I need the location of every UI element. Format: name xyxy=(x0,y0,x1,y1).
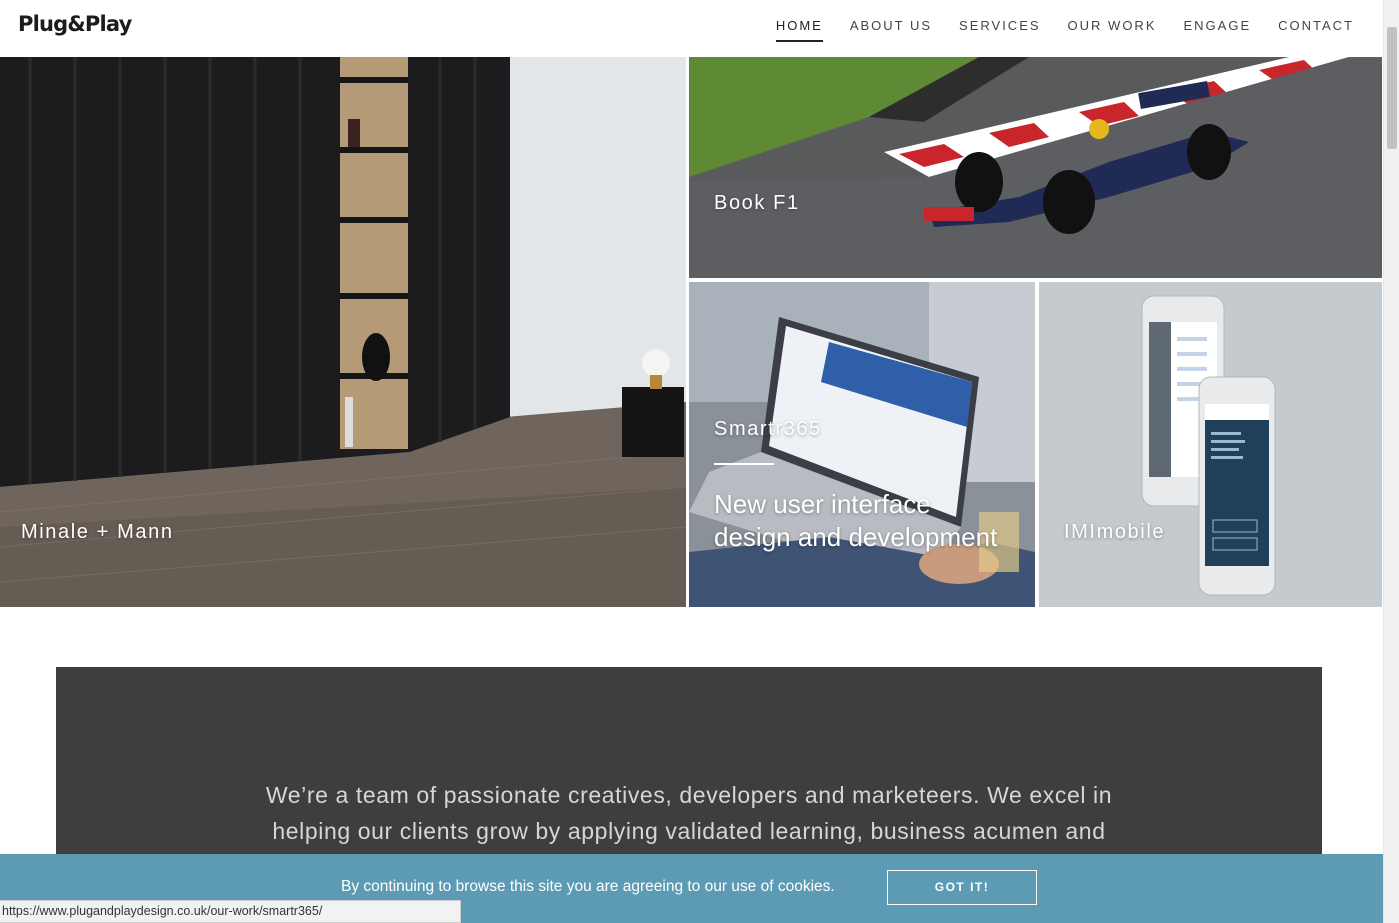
site-header: Plug&Play HOME ABOUT US SERVICES OUR WOR… xyxy=(0,0,1383,57)
tile-title: Smartr365 xyxy=(714,418,822,440)
laptop-image xyxy=(689,282,1035,607)
tile-subtitle-line1: New user interface xyxy=(714,489,931,519)
nav-our-work[interactable]: OUR WORK xyxy=(1068,18,1157,42)
nav-home[interactable]: HOME xyxy=(775,18,823,42)
intro-line-2: helping our clients grow by applying val… xyxy=(272,818,1106,844)
cookie-accept-button[interactable]: GOT IT! xyxy=(887,870,1037,905)
intro-text: We’re a team of passionate creatives, de… xyxy=(254,777,1124,849)
tile-title: Minale + Mann xyxy=(21,521,174,543)
title-divider xyxy=(714,463,774,465)
f1-car-image xyxy=(689,57,1382,278)
browser-status-url: https://www.plugandplaydesign.co.uk/our-… xyxy=(0,900,461,923)
scrollbar-thumb[interactable] xyxy=(1387,27,1397,149)
page-scrollbar[interactable] xyxy=(1383,0,1399,923)
intro-line-1: We’re a team of passionate creatives, de… xyxy=(265,782,1113,808)
nav-about-us[interactable]: ABOUT US xyxy=(850,18,932,42)
site-logo[interactable]: Plug&Play xyxy=(18,12,132,36)
project-tile-book-f1[interactable]: Book F1 xyxy=(689,57,1382,278)
tile-title: Book F1 xyxy=(714,192,800,214)
cookie-message: By continuing to browse this site you ar… xyxy=(341,878,835,895)
project-tile-imimobile[interactable]: IMImobile xyxy=(1039,282,1382,607)
main-nav: HOME ABOUT US SERVICES OUR WORK ENGAGE C… xyxy=(775,18,1354,42)
phones-image xyxy=(1039,282,1382,607)
project-tile-smartr365[interactable]: Smartr365 New user interface design and … xyxy=(689,282,1035,607)
nav-engage[interactable]: ENGAGE xyxy=(1184,18,1252,42)
nav-services[interactable]: SERVICES xyxy=(959,18,1041,42)
tile-title: IMImobile xyxy=(1064,521,1166,543)
nav-contact[interactable]: CONTACT xyxy=(1278,18,1354,42)
tile-subtitle-line2: design and development xyxy=(714,522,998,552)
project-tile-minale-mann[interactable]: Minale + Mann xyxy=(0,57,686,607)
